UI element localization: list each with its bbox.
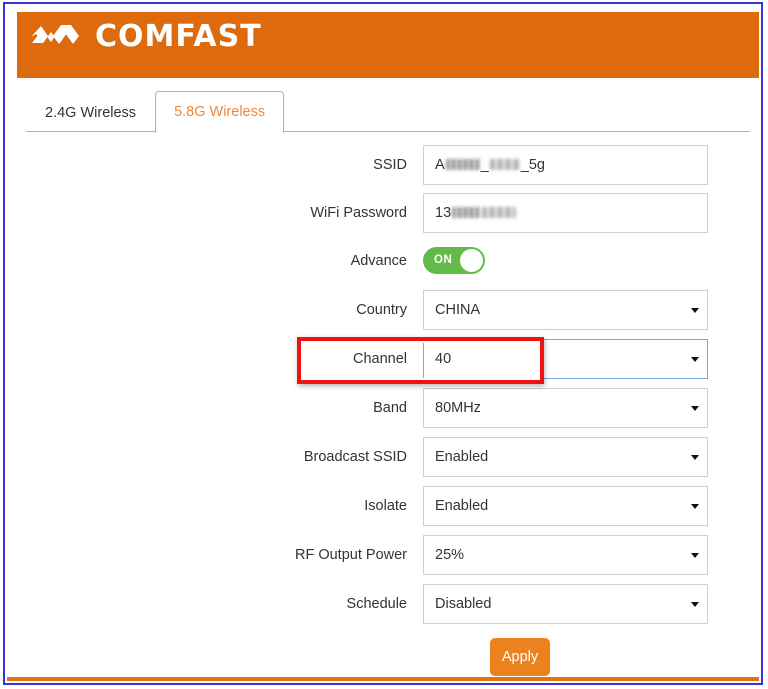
channel-control: 40 — [423, 339, 708, 379]
chevron-down-icon — [691, 553, 699, 558]
row-advance: Advance ON — [17, 241, 759, 281]
chevron-down-icon — [691, 455, 699, 460]
ssid-input[interactable]: A _ _5g — [423, 145, 708, 185]
broadcast-ssid-label: Broadcast SSID — [303, 449, 407, 465]
chevron-down-icon — [691, 602, 699, 607]
country-label: Country — [356, 302, 407, 318]
footer-accent-bar — [7, 677, 759, 681]
channel-label: Channel — [352, 351, 407, 367]
ssid-redaction-1 — [445, 158, 480, 170]
rf-output-power-value: 25% — [435, 547, 465, 563]
ssid-value-suffix: _5g — [520, 157, 545, 173]
broadcast-ssid-value: Enabled — [435, 449, 489, 465]
rf-output-power-control: 25% — [423, 535, 708, 575]
advance-label: Advance — [350, 253, 407, 269]
isolate-select[interactable]: Enabled — [423, 486, 708, 526]
tab-underline — [26, 131, 750, 132]
isolate-control: Enabled — [423, 486, 708, 526]
row-isolate: Isolate Enabled — [17, 486, 759, 526]
ssid-control: A _ _5g — [423, 145, 708, 185]
isolate-value: Enabled — [435, 498, 489, 514]
browser-page-frame: COMFAST 2.4G Wireless 5.8G Wireless SSID — [3, 2, 763, 685]
ssid-label: SSID — [373, 157, 407, 173]
advance-toggle-state: ON — [434, 254, 453, 266]
ssid-value-prefix: A — [435, 157, 445, 173]
schedule-value: Disabled — [435, 596, 492, 612]
site-header: COMFAST — [17, 12, 759, 78]
ssid-value: A _ _5g — [435, 146, 696, 184]
country-control: CHINA — [423, 290, 708, 330]
row-channel: Channel 40 — [17, 339, 759, 379]
band-select[interactable]: 80MHz — [423, 388, 708, 428]
rf-output-power-label: RF Output Power — [294, 547, 407, 563]
apply-button[interactable]: Apply — [490, 638, 550, 676]
row-band: Band 80MHz — [17, 388, 759, 428]
comfast-chevron-logo-icon — [31, 25, 79, 44]
row-rf-output-power: RF Output Power 25% — [17, 535, 759, 575]
wifi-password-redaction-1 — [452, 206, 481, 218]
chevron-down-icon — [691, 406, 699, 411]
brand-logo[interactable]: COMFAST — [31, 19, 262, 54]
row-broadcast-ssid: Broadcast SSID Enabled — [17, 437, 759, 477]
tab-58g-wireless-label: 5.8G Wireless — [174, 103, 266, 120]
wifi-password-value: 13 — [435, 194, 696, 232]
row-wifi-password: WiFi Password 13 — [17, 193, 759, 233]
schedule-label: Schedule — [346, 596, 407, 612]
chevron-down-icon — [691, 308, 699, 313]
ssid-redaction-2 — [489, 158, 520, 170]
wifi-password-control: 13 — [423, 193, 708, 233]
chevron-down-icon — [691, 504, 699, 509]
isolate-label: Isolate — [364, 498, 407, 514]
tab-58g-wireless[interactable]: 5.8G Wireless — [155, 90, 285, 133]
band-value: 80MHz — [435, 400, 481, 416]
country-select[interactable]: CHINA — [423, 290, 708, 330]
broadcast-ssid-select[interactable]: Enabled — [423, 437, 708, 477]
tab-bar: 2.4G Wireless 5.8G Wireless — [17, 84, 759, 133]
form-actions: Apply — [17, 638, 759, 681]
channel-value: 40 — [435, 351, 452, 367]
country-value: CHINA — [435, 302, 481, 318]
rf-output-power-select[interactable]: 25% — [423, 535, 708, 575]
broadcast-ssid-control: Enabled — [423, 437, 708, 477]
row-schedule: Schedule Disabled — [17, 584, 759, 624]
channel-select[interactable]: 40 — [423, 339, 708, 379]
wifi-password-value-prefix: 13 — [435, 205, 452, 221]
wifi-password-label: WiFi Password — [310, 205, 407, 221]
row-ssid: SSID A _ _5g — [17, 145, 759, 185]
wifi-password-redaction-2 — [482, 206, 517, 218]
chevron-down-icon — [691, 357, 699, 362]
row-country: Country CHINA — [17, 290, 759, 330]
tab-24g-wireless-label: 2.4G Wireless — [45, 104, 137, 121]
ssid-value-middle: _ — [480, 157, 489, 173]
schedule-control: Disabled — [423, 584, 708, 624]
band-control: 80MHz — [423, 388, 708, 428]
band-label: Band — [373, 400, 407, 416]
advance-toggle-knob — [460, 249, 483, 272]
wifi-password-input[interactable]: 13 — [423, 193, 708, 233]
tab-24g-wireless[interactable]: 2.4G Wireless — [26, 92, 155, 133]
brand-name: COMFAST — [95, 19, 262, 54]
wireless-settings-form: SSID A _ _5g WiFi Password 13 Advance ON… — [17, 132, 759, 681]
advance-toggle[interactable]: ON — [423, 247, 485, 274]
page-content: COMFAST 2.4G Wireless 5.8G Wireless SSID — [7, 6, 759, 681]
schedule-select[interactable]: Disabled — [423, 584, 708, 624]
advance-control: ON — [423, 241, 708, 281]
